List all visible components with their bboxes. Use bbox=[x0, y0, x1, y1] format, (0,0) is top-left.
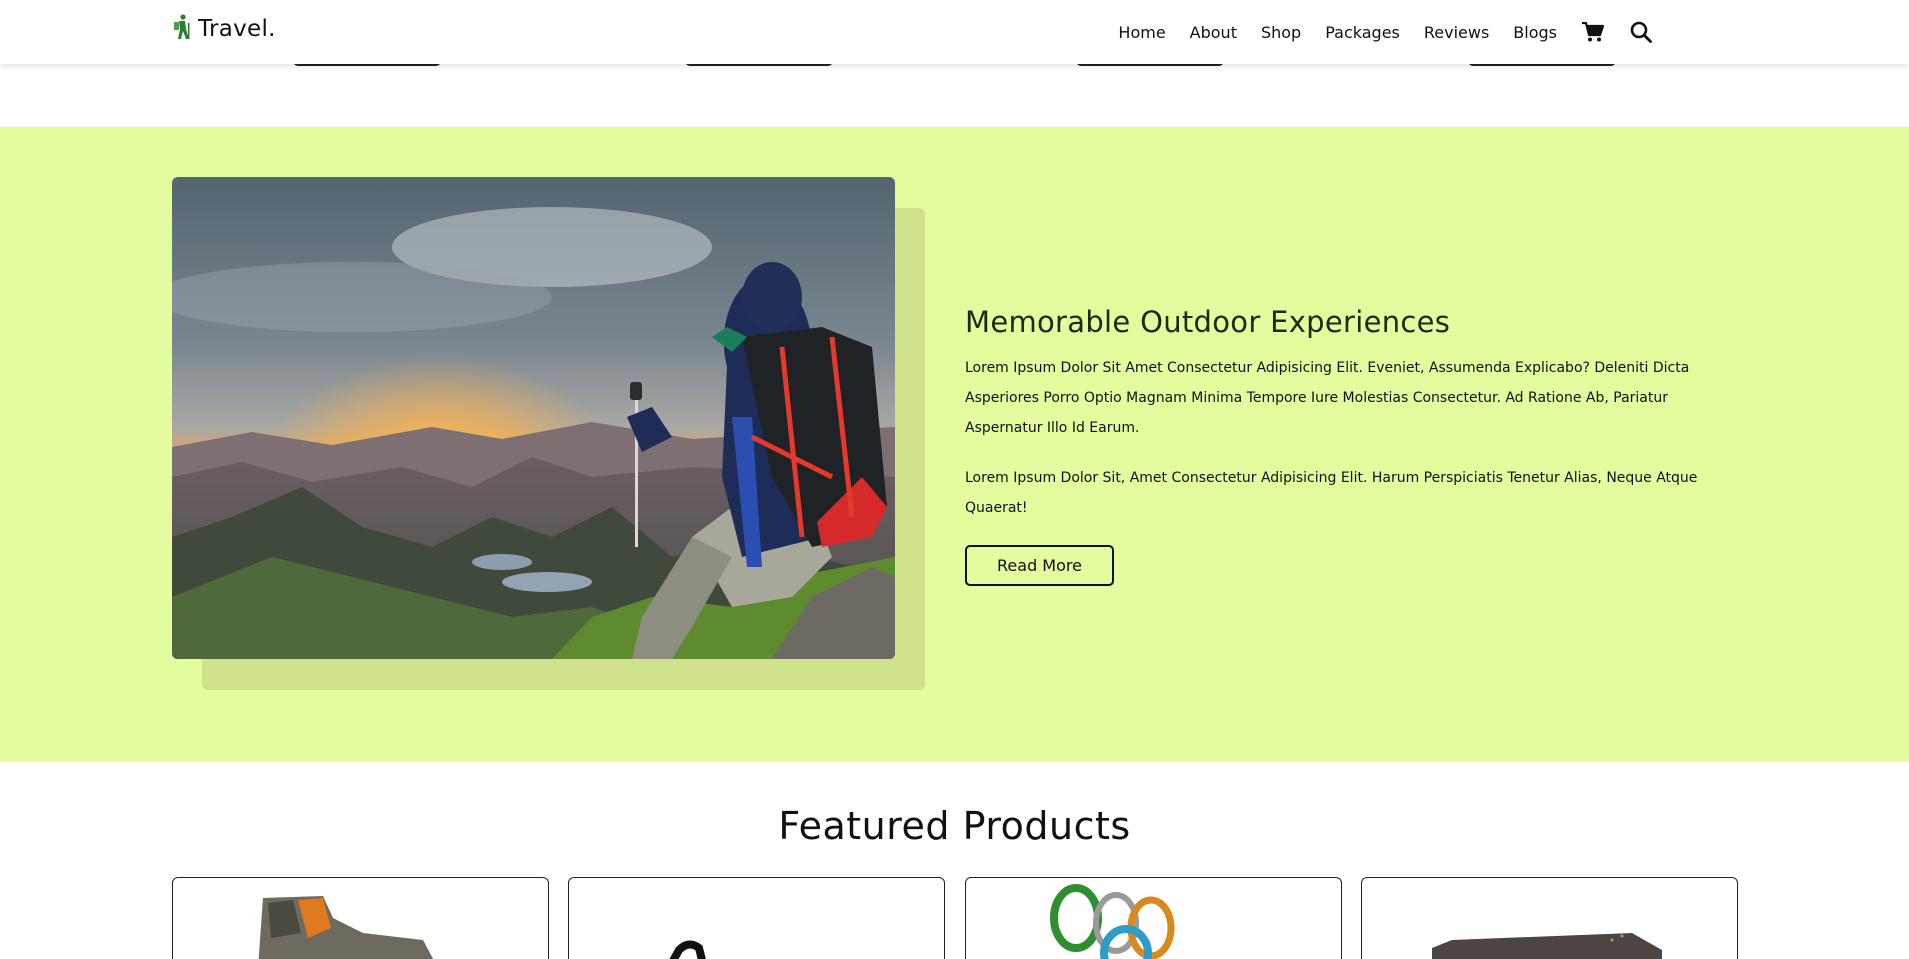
logo-text: Travel. bbox=[198, 16, 276, 42]
main-nav: Home About Shop Packages Reviews Blogs bbox=[1118, 0, 1653, 64]
nav-about[interactable]: About bbox=[1190, 23, 1237, 42]
nav-shop[interactable]: Shop bbox=[1261, 23, 1301, 42]
logo[interactable]: Travel. bbox=[172, 14, 276, 44]
hiker-icon bbox=[172, 14, 192, 44]
about-title: Memorable Outdoor Experiences bbox=[965, 305, 1451, 339]
product-card[interactable] bbox=[965, 877, 1342, 959]
about-content: Memorable Outdoor Experiences Lorem Ipsu… bbox=[965, 305, 1745, 586]
product-image bbox=[669, 940, 706, 959]
site-header: Travel. Home About Shop Packages Reviews… bbox=[0, 0, 1909, 64]
carabiner-image bbox=[1050, 884, 1175, 959]
read-more-button[interactable]: Read More bbox=[965, 545, 1114, 586]
hiking-boot-image bbox=[258, 896, 434, 959]
nav-blogs[interactable]: Blogs bbox=[1513, 23, 1557, 42]
nav-packages[interactable]: Packages bbox=[1325, 23, 1400, 42]
about-paragraph: Lorem Ipsum Dolor Sit, Amet Consectetur … bbox=[965, 470, 1698, 516]
product-card[interactable] bbox=[568, 877, 945, 959]
about-paragraph: Lorem Ipsum Dolor Sit Amet Consectetur A… bbox=[965, 360, 1690, 436]
product-card[interactable] bbox=[172, 877, 549, 959]
cart-icon[interactable] bbox=[1581, 20, 1605, 44]
search-icon[interactable] bbox=[1629, 20, 1653, 44]
product-image bbox=[1432, 933, 1662, 959]
product-card[interactable] bbox=[1361, 877, 1738, 959]
nav-home[interactable]: Home bbox=[1118, 23, 1165, 42]
about-section: Memorable Outdoor Experiences Lorem Ipsu… bbox=[0, 127, 1909, 762]
nav-reviews[interactable]: Reviews bbox=[1424, 23, 1489, 42]
hiker-photo bbox=[172, 177, 895, 659]
featured-products-title: Featured Products bbox=[778, 804, 1131, 848]
